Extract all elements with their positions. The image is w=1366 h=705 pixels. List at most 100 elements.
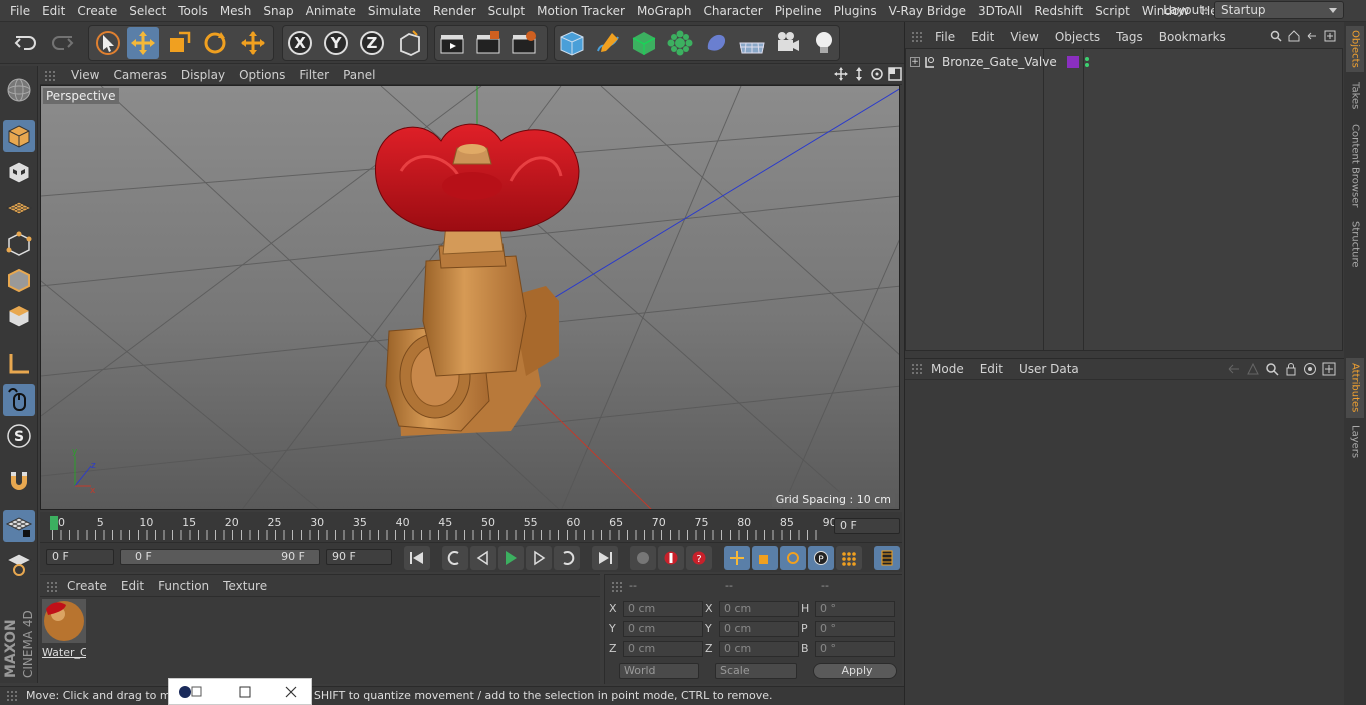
workplane-lock-button[interactable] xyxy=(3,510,35,542)
coordinate-value-field[interactable]: 0 ° xyxy=(815,601,895,617)
record-rotation-button[interactable] xyxy=(780,546,806,570)
next-key-button[interactable] xyxy=(554,546,580,570)
panel-grip[interactable] xyxy=(44,70,56,82)
dolly-icon[interactable] xyxy=(852,67,866,81)
viewport-menu-filter[interactable]: Filter xyxy=(292,68,336,82)
material-menu-edit[interactable]: Edit xyxy=(114,579,151,593)
goto-end-button[interactable] xyxy=(592,546,618,570)
prev-key-button[interactable] xyxy=(442,546,468,570)
add-generator-button[interactable] xyxy=(628,27,660,59)
lock-icon[interactable] xyxy=(1284,362,1298,376)
layout-select[interactable]: Startup xyxy=(1214,1,1344,19)
panel-grip[interactable] xyxy=(611,581,623,593)
menu-snap[interactable]: Snap xyxy=(257,0,299,22)
material-tag-icon[interactable] xyxy=(1066,56,1079,68)
menu-render[interactable]: Render xyxy=(427,0,482,22)
start-frame-field[interactable]: 0 F xyxy=(46,549,114,565)
record-keys-button[interactable] xyxy=(630,546,656,570)
object-row-bronze-gate-valve[interactable]: + Bronze_Gate_Valve xyxy=(910,53,1089,71)
side-tab-structure[interactable]: Structure xyxy=(1346,216,1364,272)
coordinate-value-field[interactable]: 0 cm xyxy=(623,601,703,617)
attributes-menu-user-data[interactable]: User Data xyxy=(1011,362,1087,376)
tweak-mode-button[interactable] xyxy=(3,384,35,416)
object-menu-view[interactable]: View xyxy=(1002,30,1046,44)
material-menu-texture[interactable]: Texture xyxy=(216,579,274,593)
coordinate-system-button[interactable] xyxy=(393,27,425,59)
menu-animate[interactable]: Animate xyxy=(300,0,362,22)
perspective-viewport[interactable]: y z x Perspective Grid Spacing : 10 cm xyxy=(40,85,900,510)
menu-create[interactable]: Create xyxy=(71,0,123,22)
transform-tool-button[interactable] xyxy=(237,27,269,59)
menu-select[interactable]: Select xyxy=(123,0,172,22)
end-frame-field[interactable]: 90 F xyxy=(326,549,392,565)
material-swatch[interactable]: Water_C xyxy=(42,599,86,659)
coordinate-value-field[interactable]: 0 cm xyxy=(719,641,799,657)
x-axis-lock-button[interactable]: X xyxy=(284,27,316,59)
add-environment-button[interactable] xyxy=(736,27,768,59)
new-panel-icon[interactable] xyxy=(1322,362,1336,376)
side-tab-content-browser[interactable]: Content Browser xyxy=(1346,120,1364,212)
record-pla-button[interactable] xyxy=(836,546,862,570)
edges-mode-button[interactable] xyxy=(3,264,35,296)
target-icon[interactable] xyxy=(1303,362,1317,376)
side-tab-takes[interactable]: Takes xyxy=(1346,76,1364,116)
pan-icon[interactable] xyxy=(834,67,848,81)
add-mograph-button[interactable] xyxy=(664,27,696,59)
visibility-dots-icon[interactable] xyxy=(1084,57,1089,67)
menu-plugins[interactable]: Plugins xyxy=(828,0,883,22)
arrow-up-icon[interactable] xyxy=(1246,362,1260,376)
new-view-icon[interactable] xyxy=(1324,30,1336,42)
points-mode-button[interactable] xyxy=(3,228,35,260)
record-scale-button[interactable] xyxy=(752,546,778,570)
orbit-icon[interactable] xyxy=(870,67,884,81)
add-camera-button[interactable] xyxy=(772,27,804,59)
playhead-marker[interactable] xyxy=(50,516,58,530)
undo-button[interactable] xyxy=(10,27,42,59)
rotate-tool-button[interactable] xyxy=(199,27,231,59)
redo-button[interactable] xyxy=(46,27,78,59)
snap-button[interactable] xyxy=(3,466,35,498)
z-axis-lock-button[interactable]: Z xyxy=(356,27,388,59)
keyframe-selection-button[interactable]: ? xyxy=(686,546,712,570)
object-menu-bookmarks[interactable]: Bookmarks xyxy=(1151,30,1234,44)
menu-mograph[interactable]: MoGraph xyxy=(631,0,698,22)
side-tab-objects[interactable]: Objects xyxy=(1346,26,1364,72)
menu-mesh[interactable]: Mesh xyxy=(214,0,258,22)
workplane-mode-button[interactable] xyxy=(3,192,35,224)
material-menu-function[interactable]: Function xyxy=(151,579,216,593)
menu-sculpt[interactable]: Sculpt xyxy=(482,0,531,22)
goto-start-button[interactable] xyxy=(404,546,430,570)
coordinate-value-field[interactable]: 0 ° xyxy=(815,621,895,637)
menu-pipeline[interactable]: Pipeline xyxy=(769,0,828,22)
coordinate-value-field[interactable]: 0 cm xyxy=(623,641,703,657)
object-menu-edit[interactable]: Edit xyxy=(963,30,1002,44)
object-menu-file[interactable]: File xyxy=(927,30,963,44)
attributes-menu-mode[interactable]: Mode xyxy=(923,362,972,376)
viewport-menu-display[interactable]: Display xyxy=(174,68,232,82)
maximize-view-icon[interactable] xyxy=(888,67,902,81)
arrow-left-icon[interactable] xyxy=(1227,362,1241,376)
locked-workplane-button[interactable] xyxy=(3,548,35,580)
texture-mode-button[interactable] xyxy=(3,156,35,188)
add-cube-button[interactable] xyxy=(556,27,588,59)
coordinate-value-field[interactable]: 0 cm xyxy=(719,621,799,637)
back-icon[interactable] xyxy=(1306,30,1318,42)
search-icon[interactable] xyxy=(1265,362,1279,376)
coordinate-value-field[interactable]: 0 cm xyxy=(623,621,703,637)
expand-icon[interactable]: + xyxy=(910,57,920,67)
y-axis-lock-button[interactable]: Y xyxy=(320,27,352,59)
record-position-button[interactable] xyxy=(724,546,750,570)
material-menu-create[interactable]: Create xyxy=(60,579,114,593)
timeline-window-button[interactable] xyxy=(874,546,900,570)
menu-edit[interactable]: Edit xyxy=(36,0,71,22)
frame-range-slider[interactable]: 0 F 90 F xyxy=(120,549,320,565)
object-menu-objects[interactable]: Objects xyxy=(1047,30,1108,44)
timeline-ruler[interactable]: 0 5 10 15 20 25 30 35 40 45 50 55 60 65 70 75 80 85 90 0 F xyxy=(40,512,902,542)
object-menu-tags[interactable]: Tags xyxy=(1108,30,1151,44)
solo-button[interactable]: S xyxy=(3,420,35,452)
menu-character[interactable]: Character xyxy=(697,0,768,22)
side-tab-layers[interactable]: Layers xyxy=(1346,422,1364,462)
play-button[interactable] xyxy=(498,546,524,570)
menu-simulate[interactable]: Simulate xyxy=(362,0,427,22)
add-light-button[interactable] xyxy=(808,27,840,59)
